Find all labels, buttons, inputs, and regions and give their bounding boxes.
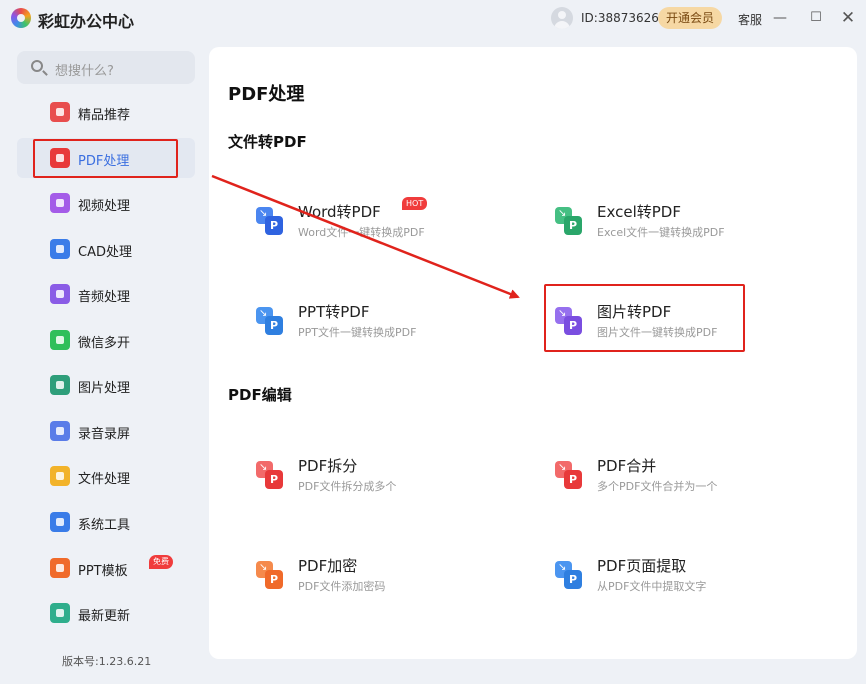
tool-pdf-lock[interactable]: ↘ P PDF加密 PDF文件添加密码 [256,555,516,605]
rainbow-logo-icon [11,8,31,28]
ppt-to-pdf-icon: ↘ P [256,307,284,335]
microphone-icon [50,421,70,441]
sidebar-item-label: 系统工具 [78,518,131,533]
upload-icon [50,603,70,623]
sidebar-item-label: 微信多开 [78,336,131,351]
pdf-merge-icon: ↘ P [555,461,583,489]
sidebar-item-microphone[interactable]: 录音录屏 [17,411,195,451]
tool-name: 图片转PDF [597,303,672,321]
sidebar-item-wechat[interactable]: 微信多开 [17,320,195,360]
sidebar-item-label: PDF处理 [78,154,130,169]
sidebar-item-label: PPT模板 [78,564,128,579]
music-icon [50,284,70,304]
tool-description: Excel文件一键转换成PDF [597,226,725,239]
wechat-icon [50,330,70,350]
image-icon [50,375,70,395]
tool-ppt-to-pdf[interactable]: ↘ P PPT转PDF PPT文件一键转换成PDF [256,301,516,351]
word-to-pdf-icon: ↘ P [256,207,284,235]
close-icon[interactable]: ✕ [836,6,860,30]
video-icon [50,193,70,213]
user-id: ID:38873626 [581,11,659,25]
tool-excel-to-pdf[interactable]: ↘ P Excel转PDF Excel文件一键转换成PDF [555,201,815,251]
thumbs-up-icon [50,102,70,122]
gear-icon [50,512,70,532]
sidebar-item-music[interactable]: 音频处理 [17,274,195,314]
sidebar-item-image[interactable]: 图片处理 [17,365,195,405]
cad-icon [50,239,70,259]
pdf-lock-icon: ↘ P [256,561,284,589]
tool-image-to-pdf[interactable]: ↘ P 图片转PDF 图片文件一键转换成PDF [555,301,815,351]
version-label: 版本号:1.23.6.21 [62,655,152,668]
search-icon [31,60,43,72]
sidebar-item-label: 最新更新 [78,609,131,624]
sidebar: 想搜什么? 精品推荐 PDF处理视频处理 CAD处理音频处理微信多开图片处理录音录屏… [0,36,208,684]
pdf-extract-icon: ↘ P [555,561,583,589]
tool-pdf-extract[interactable]: ↘ P PDF页面提取从PDF文件中提取文字 [555,555,815,605]
pdf-icon [50,148,70,168]
pdf-split-icon: ↘ P [256,461,284,489]
user-avatar[interactable] [551,7,573,29]
folder-icon [50,466,70,486]
tool-name: PDF页面提取 [597,557,687,575]
sidebar-item-gear[interactable]: 系统工具 [17,502,195,542]
tool-name: PPT转PDF [298,303,370,321]
sidebar-item-label: 视频处理 [78,199,131,214]
image-to-pdf-icon: ↘ P [555,307,583,335]
section-title: 文件转PDF [228,133,307,151]
service-link[interactable]: 客服 [738,11,762,28]
page-title: PDF处理 [228,84,305,105]
sidebar-item-label: 图片处理 [78,381,131,396]
tool-description: Word文件一键转换成PDF [298,226,425,239]
sidebar-item-label: 精品推荐 [78,108,131,123]
sidebar-item-upload[interactable]: 最新更新 [17,593,195,633]
sidebar-item-folder[interactable]: 文件处理 [17,456,195,496]
sidebar-item-label: CAD处理 [78,245,132,260]
tool-name: PDF拆分 [298,457,358,475]
tool-description: PDF文件添加密码 [298,580,386,593]
tool-description: PPT文件一键转换成PDF [298,326,417,339]
search-box[interactable]: 想搜什么? [17,51,195,84]
main-panel: PDF处理 文件转PDF PDF编辑 ↘ P Word转PDF Word文件一键转换成… [209,47,857,659]
sidebar-item-thumbs-up[interactable]: 精品推荐 [17,92,195,132]
sidebar-item-label: 录音录屏 [78,427,131,442]
tool-name: PDF加密 [298,557,358,575]
tool-description: 从PDF文件中提取文字 [597,580,707,593]
sidebar-item-cad[interactable]: CAD处理 [17,229,195,269]
tool-name: Word转PDF [298,203,381,221]
title-bar: 彩虹办公中心 ID:38873626 开通会员 客服 — ☐ ✕ [0,0,866,36]
tool-description: PDF文件拆分成多个 [298,480,397,493]
sidebar-item-ppt[interactable]: PPT模板 免费 [17,548,195,588]
hot-badge: HOT [402,197,428,210]
sidebar-item-video[interactable]: 视频处理 [17,183,195,223]
sidebar-item-label: 文件处理 [78,472,131,487]
maximize-icon[interactable]: ☐ [804,6,828,30]
search-placeholder: 想搜什么? [55,64,114,79]
excel-to-pdf-icon: ↘ P [555,207,583,235]
tool-name: Excel转PDF [597,203,681,221]
minimize-icon[interactable]: — [768,6,792,30]
sidebar-item-label: 音频处理 [78,290,131,305]
vip-button[interactable]: 开通会员 [658,7,722,29]
tool-name: PDF合并 [597,457,657,475]
tool-word-to-pdf[interactable]: ↘ P Word转PDF Word文件一键转换成PDF HOT [256,197,516,251]
tool-pdf-split[interactable]: ↘ P PDF拆分 PDF文件拆分成多个 [256,455,516,505]
tool-description: 多个PDF文件合并为一个 [597,480,718,493]
ppt-icon [50,558,70,578]
free-badge: 免费 [149,555,173,569]
tool-pdf-merge[interactable]: ↘ P PDF合并多个PDF文件合并为一个 [555,455,815,505]
section-title: PDF编辑 [228,386,292,404]
tool-description: 图片文件一键转换成PDF [597,326,718,339]
app-title: 彩虹办公中心 [38,12,135,31]
sidebar-item-pdf[interactable]: PDF处理 [17,138,195,178]
